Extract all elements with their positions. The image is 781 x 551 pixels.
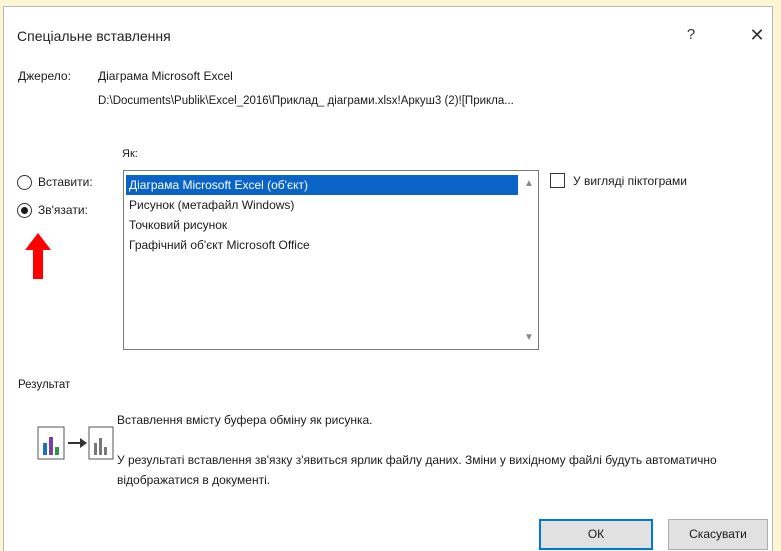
format-list[interactable]: Діаграма Microsoft Excel (об'єкт) Рисунок… xyxy=(123,170,539,350)
close-button[interactable]: ✕ xyxy=(742,21,772,49)
paste-special-dialog: Спеціальне вставлення ? ✕ Джерело: Діагр… xyxy=(3,6,773,551)
paste-radio[interactable] xyxy=(17,174,32,190)
paste-option[interactable]: Вставити: xyxy=(17,173,93,191)
chevron-up-icon[interactable]: ▲ xyxy=(520,175,538,193)
format-items: Діаграма Microsoft Excel (об'єкт) Рисунок… xyxy=(126,175,518,255)
source-path: D:\Documents\Publik\Excel_2016\Приклад_ … xyxy=(98,95,514,107)
format-list-item[interactable]: Діаграма Microsoft Excel (об'єкт) xyxy=(126,175,518,195)
result-description: Вставлення вмісту буфера обміну як рисун… xyxy=(117,413,373,427)
source-name: Діаграма Microsoft Excel xyxy=(98,69,233,83)
result-link-note: У результаті вставлення зв'язку з'явитьс… xyxy=(117,453,717,487)
paste-radio-label: Вставити: xyxy=(38,175,93,189)
link-radio[interactable] xyxy=(17,202,32,218)
display-as-icon-option[interactable]: У вигляді піктограми xyxy=(550,173,687,188)
link-radio-label: Зв'язати: xyxy=(38,203,88,217)
list-scrollbar[interactable]: ▲ ▼ xyxy=(520,171,538,349)
dialog-title: Спеціальне вставлення xyxy=(17,28,171,44)
source-label: Джерело: xyxy=(18,69,71,83)
result-label: Результат xyxy=(18,379,71,391)
display-as-icon-label: У вигляді піктограми xyxy=(573,173,687,188)
title-bar: Спеціальне вставлення ? ✕ xyxy=(4,7,772,59)
chevron-down-icon[interactable]: ▼ xyxy=(520,329,538,347)
ok-button[interactable]: ОК xyxy=(539,519,653,550)
cancel-button[interactable]: Скасувати xyxy=(668,519,768,550)
format-list-item[interactable]: Рисунок (метафайл Windows) xyxy=(126,195,518,215)
format-list-item[interactable]: Точковий рисунок xyxy=(126,215,518,235)
red-arrow-annotation-icon xyxy=(25,233,51,279)
paste-link-result-icon xyxy=(37,426,114,460)
display-as-icon-checkbox[interactable] xyxy=(550,173,565,188)
format-list-item[interactable]: Графічний об'єкт Microsoft Office xyxy=(126,235,518,255)
help-button[interactable]: ? xyxy=(676,21,706,49)
as-label: Як: xyxy=(122,148,138,160)
link-option[interactable]: Зв'язати: xyxy=(17,201,88,219)
